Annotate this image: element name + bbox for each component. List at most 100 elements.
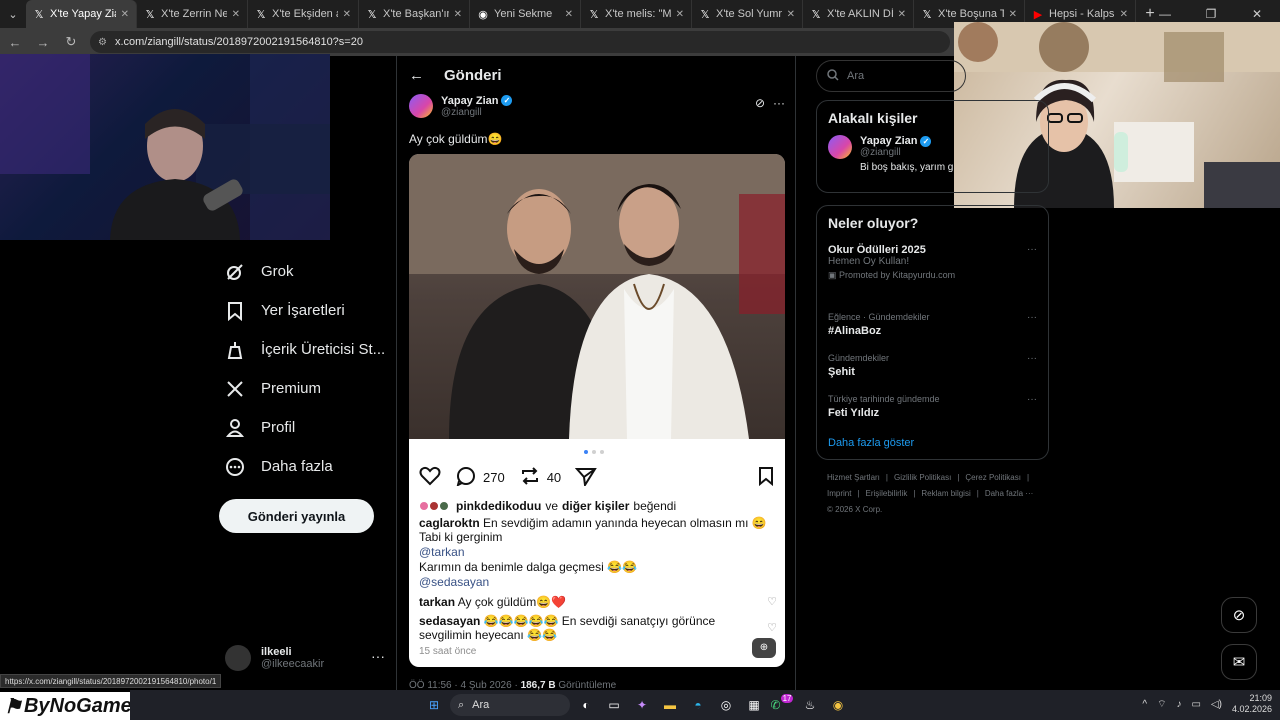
microphone-icon[interactable]: ♪ [1176, 699, 1181, 710]
post-media-screenshot[interactable]: 270 40 pinkdedikoduu ve diğer kişiler be… [409, 154, 785, 667]
photo[interactable] [409, 154, 785, 439]
bookmark-icon[interactable] [757, 466, 775, 489]
share-icon[interactable] [574, 466, 597, 489]
windows-start-icon[interactable]: ⊞ [422, 693, 446, 717]
stream-logo: ⚑ ByNoGame [0, 692, 132, 720]
store-icon[interactable]: ▦ [742, 693, 766, 717]
heart-icon[interactable]: ♡ [767, 595, 777, 608]
browser-tab[interactable]: 𝕏X'te Sol Yumruk: "✕ [692, 0, 803, 28]
comment: sevgilimin heyecanı 😂😂 [419, 628, 557, 642]
browser-tab[interactable]: ◉ Yeni Sekme ✕ [470, 0, 581, 28]
file-explorer-icon[interactable]: ▬ [658, 693, 682, 717]
page-title: Gönderi [444, 66, 502, 84]
nav-item-more[interactable]: Daha fazla [219, 447, 389, 486]
heart-icon[interactable]: ♡ [767, 621, 777, 634]
volume-icon[interactable]: ◁) [1211, 699, 1222, 710]
trend-item[interactable]: Gündemdekiler Şehit ··· [817, 349, 1048, 390]
reload-icon[interactable]: ↻ [62, 34, 80, 50]
heart-icon[interactable] [419, 466, 441, 489]
related-person[interactable]: Yapay Zian ✓ @ziangill Bi boş bakış, yarı… [817, 135, 1048, 173]
show-more-link[interactable]: Daha fazla göster [817, 431, 1048, 459]
verified-badge-icon: ✓ [501, 95, 513, 106]
account-switcher[interactable]: ilkeeli @ilkeecaakir ··· [225, 640, 385, 676]
browser-tab[interactable]: 𝕏X'te Başkan'ın Ru✕ [359, 0, 470, 28]
carousel-dots [584, 450, 604, 454]
url-text: x.com/ziangill/status/201897200219156481… [114, 36, 363, 48]
nav-item-profile[interactable]: Profil [219, 408, 389, 447]
nav-item-premium[interactable]: Premium [219, 369, 389, 408]
more-dots-icon[interactable]: ··· [1027, 312, 1037, 323]
grok-icon[interactable]: ⊘ [755, 96, 765, 110]
author-name[interactable]: Yapay Zian [441, 95, 498, 107]
close-tab-icon[interactable]: ✕ [676, 9, 684, 20]
taskbar-search[interactable]: ⌕ Ara [450, 694, 570, 716]
post-button[interactable]: Gönderi yayınla [219, 499, 374, 533]
trend-item[interactable]: Okur Ödülleri 2025 Hemen Oy Kullan! ▣ Pr… [817, 240, 1048, 308]
footer-links: Hizmet Şartları | Gizlilik Politikası | Çere… [827, 473, 1034, 514]
more-dots-icon[interactable]: ··· [1027, 394, 1037, 405]
x-icon: 𝕏 [145, 8, 155, 21]
more-dots-icon[interactable]: ··· [1027, 353, 1037, 364]
app-icon[interactable]: ◎ [714, 693, 738, 717]
comment: sedasayan 😂😂😂😂😂 En sevdiği sanatçıyı gör… [419, 614, 716, 628]
comment-icon[interactable] [455, 466, 477, 489]
nav-item-creator-studio[interactable]: İçerik Üreticisi St... [219, 330, 389, 369]
author-handle[interactable]: @ziangill [441, 107, 512, 118]
youtube-icon: ▶ [1033, 8, 1043, 21]
close-tab-icon[interactable]: ✕ [898, 9, 906, 20]
trend-item[interactable]: Eğlence · Gündemdekiler #AlinaBoz ··· [817, 308, 1048, 349]
close-tab-icon[interactable]: ✕ [565, 9, 573, 20]
x-icon: 𝕏 [589, 8, 599, 21]
more-dots-icon[interactable]: ··· [773, 96, 785, 110]
more-dots-icon[interactable]: ··· [371, 648, 385, 664]
comment: @sedasayan [419, 575, 490, 589]
photo-two-men [409, 154, 785, 439]
display-icon[interactable]: ▭ [1191, 699, 1200, 710]
grok-icon [223, 260, 247, 284]
site-info-icon[interactable]: ⚙ [98, 37, 107, 48]
steam-icon[interactable]: ♨ [798, 693, 822, 717]
close-tab-icon[interactable]: ✕ [121, 9, 129, 20]
post-top-actions: ⊘ ··· [755, 96, 785, 110]
close-tab-icon[interactable]: ✕ [454, 9, 462, 20]
back-arrow-icon[interactable]: ← [6, 35, 24, 50]
post-author[interactable]: Yapay Zian ✓ @ziangill [409, 94, 513, 118]
forward-arrow-icon[interactable]: → [34, 35, 52, 50]
nav-item-bookmarks[interactable]: Yer İşaretleri [219, 291, 389, 330]
search-input[interactable]: Ara [816, 60, 966, 92]
close-tab-icon[interactable]: ✕ [232, 9, 240, 20]
browser-tab[interactable]: 𝕏X'te Yapay Zian: "A✕ [26, 0, 137, 28]
close-tab-icon[interactable]: ✕ [787, 9, 795, 20]
task-view-icon[interactable]: ▭ [602, 693, 626, 717]
repost-icon[interactable] [519, 466, 541, 489]
browser-tab[interactable]: 𝕏X'te Ekşiden alıntı✕ [248, 0, 359, 28]
sticker-icon[interactable]: ⊕ [752, 638, 776, 658]
avatar[interactable] [828, 135, 852, 159]
left-navigation: Grok Yer İşaretleri İçerik Üreticisi St.… [219, 252, 389, 486]
url-field[interactable]: ⚙ x.com/ziangill/status/2018972002191564… [90, 31, 950, 53]
edge-icon[interactable]: ◓ [686, 693, 710, 717]
nav-item-grok[interactable]: Grok [219, 252, 389, 291]
bookmark-icon [223, 299, 247, 323]
browser-tab[interactable]: 𝕏X'te AKLIN DİNİ: o✕ [803, 0, 914, 28]
back-arrow-icon[interactable]: ← [409, 67, 424, 84]
chevron-up-icon[interactable]: ^ [1142, 699, 1147, 710]
messages-fab-button[interactable]: ✉ [1221, 644, 1257, 680]
trend-item[interactable]: Türkiye tarihinde gündemde Feti Yıldız ·… [817, 390, 1048, 431]
avatar[interactable] [409, 94, 433, 118]
copilot-icon[interactable]: ✦ [630, 693, 654, 717]
browser-tab[interactable]: 𝕏X'te melis: "Mate✕ [581, 0, 692, 28]
grok-fab-button[interactable]: ⊘ [1221, 597, 1257, 633]
chrome-icon[interactable]: ◉ [826, 693, 850, 717]
close-tab-icon[interactable]: ✕ [343, 9, 351, 20]
browser-tab[interactable]: 𝕏X'te Zerrin Nergiz✕ [137, 0, 248, 28]
network-icon[interactable]: ⌔ [1157, 698, 1166, 711]
more-dots-icon[interactable]: ··· [1027, 244, 1037, 255]
whatsapp-icon[interactable]: ✆ 17 [770, 693, 794, 717]
chrome-icon: ◉ [478, 8, 488, 21]
widgets-icon[interactable]: ◐ [574, 693, 598, 717]
clock[interactable]: 21:09 4.02.2026 [1232, 693, 1272, 715]
close-tab-icon[interactable]: ✕ [1009, 9, 1017, 20]
close-tab-icon[interactable]: ✕ [1120, 9, 1128, 20]
tab-search-button[interactable]: ⌄ [0, 0, 26, 28]
